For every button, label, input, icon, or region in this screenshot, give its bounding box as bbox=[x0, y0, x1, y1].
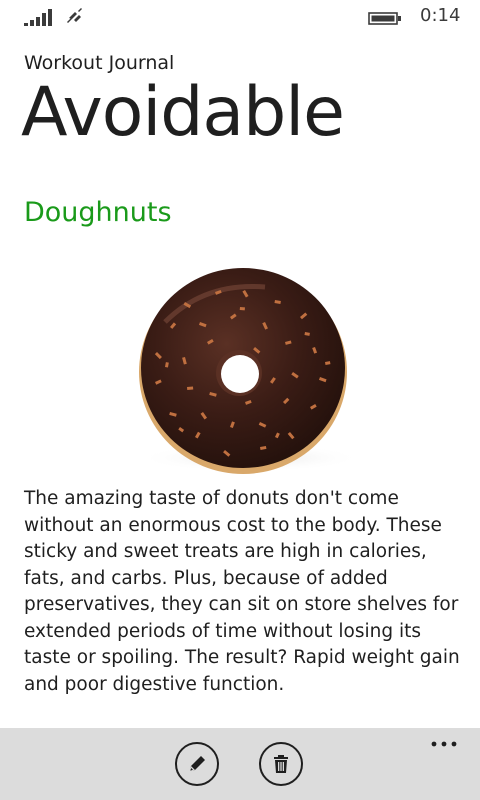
battery-icon bbox=[368, 12, 401, 25]
more-icon[interactable] bbox=[426, 734, 462, 754]
edit-button[interactable] bbox=[175, 742, 219, 786]
app-title: Workout Journal bbox=[24, 52, 175, 74]
item-description: The amazing taste of donuts don't come w… bbox=[24, 488, 460, 695]
pencil-icon bbox=[190, 756, 205, 771]
wifi-icon bbox=[67, 8, 82, 23]
status-bar: 0:14 bbox=[0, 0, 480, 34]
app-bar bbox=[0, 728, 480, 800]
signal-icon bbox=[24, 9, 52, 26]
status-clock: 0:14 bbox=[420, 5, 461, 26]
trash-icon bbox=[274, 755, 288, 773]
page-title: Avoidable bbox=[21, 73, 345, 152]
item-title: Doughnuts bbox=[24, 197, 172, 228]
donut-image bbox=[138, 268, 362, 474]
delete-button[interactable] bbox=[259, 742, 303, 786]
